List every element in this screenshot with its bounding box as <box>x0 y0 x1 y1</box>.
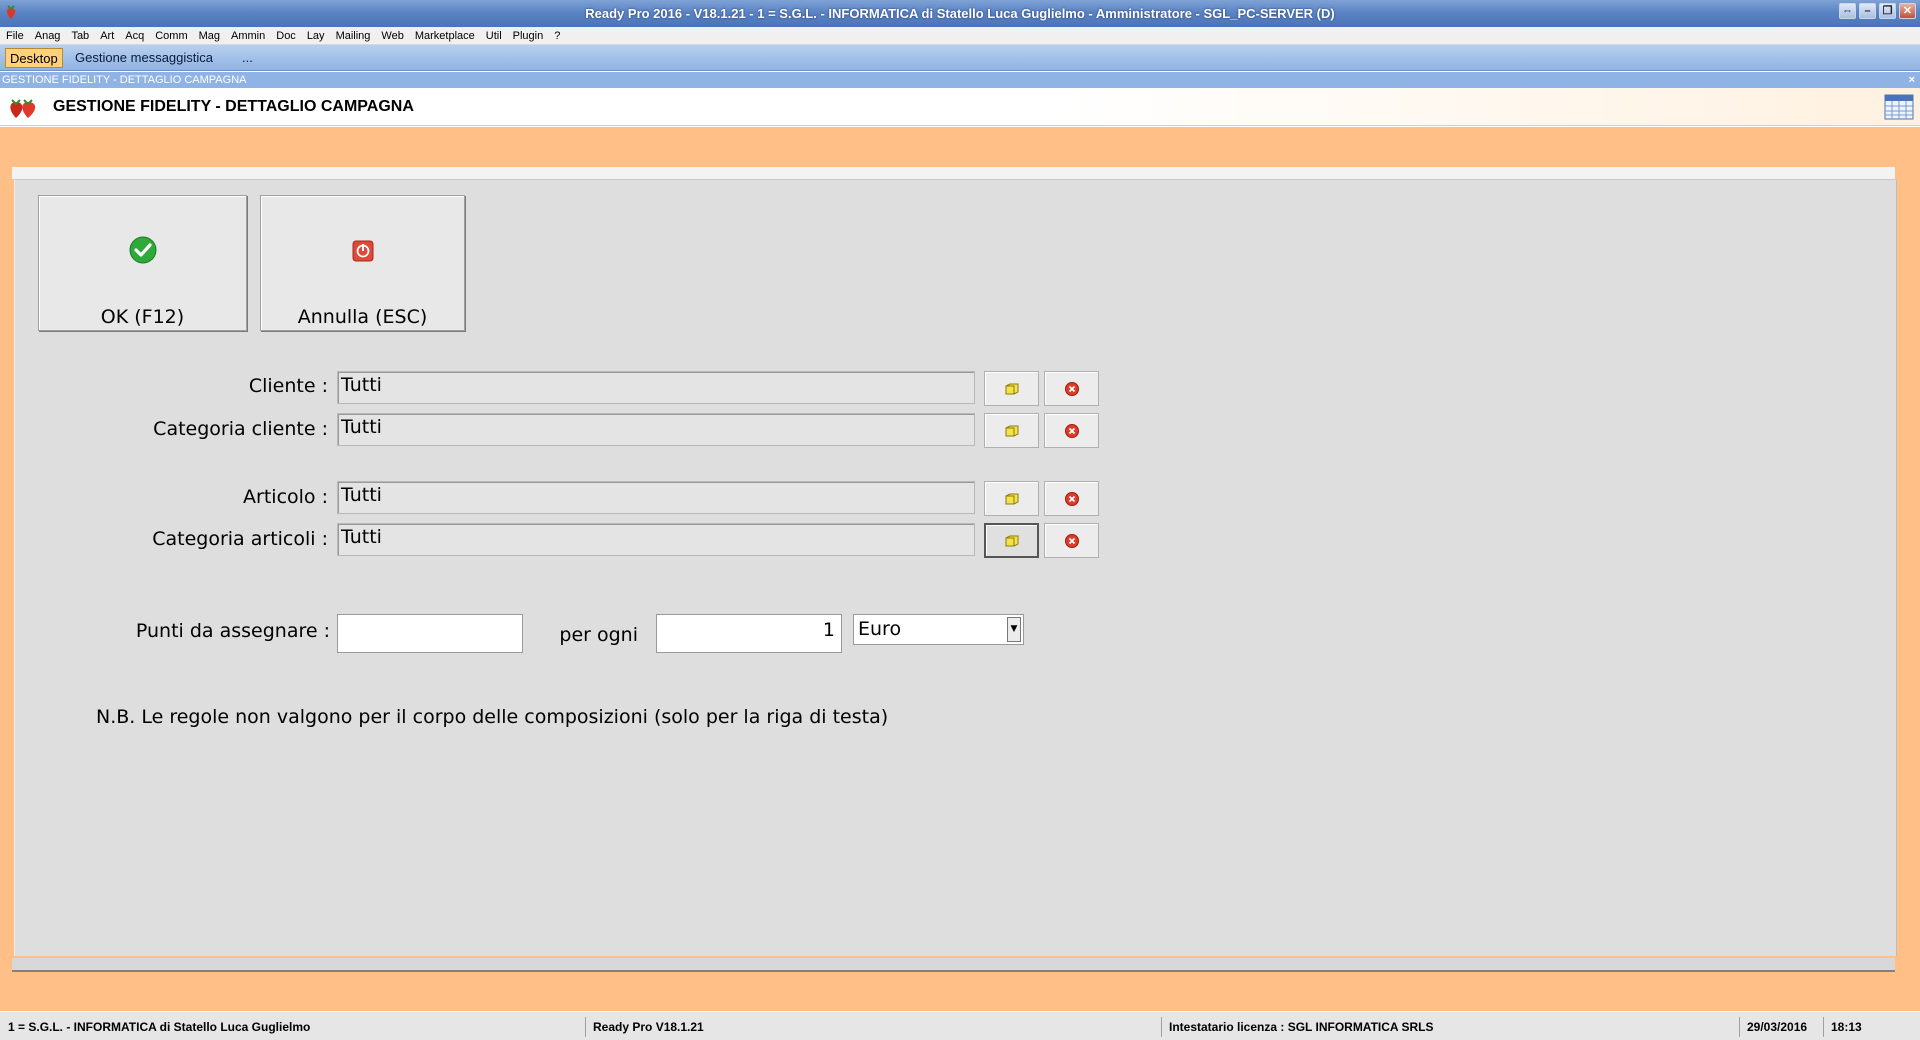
menu-plugin[interactable]: Plugin <box>513 30 544 42</box>
menu-mag[interactable]: Mag <box>199 30 220 42</box>
articolo-label: Articolo : <box>243 486 328 508</box>
articolo-browse-button[interactable] <box>984 481 1039 516</box>
status-version: Ready Pro V18.1.21 <box>585 1017 1161 1037</box>
status-time: 18:13 <box>1823 1017 1920 1037</box>
menu-acq[interactable]: Acq <box>125 30 144 42</box>
red-x-icon <box>1064 533 1079 548</box>
tab-gestione-messaggistica[interactable]: Gestione messaggistica <box>71 48 217 68</box>
ok-button[interactable]: OK (F12) <box>38 195 247 331</box>
chevron-down-icon[interactable]: ▼ <box>1007 617 1021 642</box>
articolo-field[interactable]: Tutti <box>337 481 975 514</box>
panel-top-strip <box>12 167 1895 179</box>
categoria-articoli-browse-button[interactable] <box>984 523 1039 558</box>
tab-more[interactable]: ... <box>238 48 257 68</box>
categoria-cliente-field[interactable]: Tutti <box>337 413 975 446</box>
cliente-field[interactable]: Tutti <box>337 371 975 404</box>
cliente-browse-button[interactable] <box>984 371 1039 406</box>
menu-bar: File Anag Tab Art Acq Comm Mag Ammin Doc… <box>0 27 1920 45</box>
categoria-cliente-label: Categoria cliente : <box>153 418 328 440</box>
subwindow-caption-text: GESTIONE FIDELITY - DETTAGLIO CAMPAGNA <box>2 74 247 86</box>
menu-marketplace[interactable]: Marketplace <box>415 30 475 42</box>
folder-icon <box>1005 425 1018 436</box>
menu-web[interactable]: Web <box>381 30 403 42</box>
menu-util[interactable]: Util <box>486 30 502 42</box>
menu-lay[interactable]: Lay <box>307 30 325 42</box>
cancel-button[interactable]: Annulla (ESC) <box>260 195 465 331</box>
per-ogni-label: per ogni <box>559 624 638 646</box>
red-x-icon <box>1064 381 1079 396</box>
status-date: 29/03/2016 <box>1739 1017 1823 1037</box>
folder-icon <box>1005 535 1018 546</box>
cliente-clear-button[interactable] <box>1044 371 1099 406</box>
red-power-icon <box>352 240 373 262</box>
punti-label: Punti da assegnare : <box>135 620 330 642</box>
categoria-articoli-label: Categoria articoli : <box>152 528 328 550</box>
menu-ammin[interactable]: Ammin <box>231 30 265 42</box>
status-company: 1 = S.G.L. - INFORMATICA di Statello Luc… <box>8 1020 311 1034</box>
subwindow-close-icon[interactable]: × <box>1909 72 1915 88</box>
menu-anag[interactable]: Anag <box>35 30 61 42</box>
page-title: GESTIONE FIDELITY - DETTAGLIO CAMPAGNA <box>53 98 414 115</box>
menu-mailing[interactable]: Mailing <box>336 30 371 42</box>
folder-icon <box>1005 493 1018 504</box>
menu-file[interactable]: File <box>6 30 24 42</box>
red-x-icon <box>1064 423 1079 438</box>
subwindow-caption: GESTIONE FIDELITY - DETTAGLIO CAMPAGNA × <box>0 72 1920 88</box>
categoria-cliente-clear-button[interactable] <box>1044 413 1099 448</box>
folder-icon <box>1005 383 1018 394</box>
window-title: Ready Pro 2016 - V18.1.21 - 1 = S.G.L. -… <box>585 6 1335 21</box>
page-header: GESTIONE FIDELITY - DETTAGLIO CAMPAGNA <box>0 88 1920 126</box>
menu-tab[interactable]: Tab <box>71 30 89 42</box>
note-text: N.B. Le regole non valgono per il corpo … <box>96 706 889 728</box>
cancel-button-label: Annulla (ESC) <box>297 306 428 328</box>
strawberries-logo-icon <box>10 99 36 118</box>
cliente-label: Cliente : <box>248 375 328 397</box>
tab-desktop[interactable]: Desktop <box>5 48 63 68</box>
maximize-button[interactable]: ❐ <box>1879 3 1896 19</box>
per-ogni-input[interactable]: 1 <box>656 614 842 653</box>
currency-select[interactable]: Euro ▼ <box>853 614 1024 645</box>
status-bar: 1 = S.G.L. - INFORMATICA di Statello Luc… <box>0 1011 1920 1040</box>
punti-input[interactable] <box>337 614 523 653</box>
categoria-cliente-browse-button[interactable] <box>984 413 1039 448</box>
window-titlebar: Ready Pro 2016 - V18.1.21 - 1 = S.G.L. -… <box>0 0 1920 27</box>
status-license: Intestatario licenza : SGL INFORMATICA S… <box>1161 1017 1739 1037</box>
red-x-icon <box>1064 491 1079 506</box>
close-button[interactable]: ✕ <box>1899 3 1916 19</box>
articolo-clear-button[interactable] <box>1044 481 1099 516</box>
menu-doc[interactable]: Doc <box>276 30 296 42</box>
currency-select-value: Euro <box>858 618 902 640</box>
categoria-articoli-clear-button[interactable] <box>1044 523 1099 558</box>
calendar-icon[interactable] <box>1884 94 1914 120</box>
ok-button-label: OK (F12) <box>100 306 185 328</box>
green-check-icon <box>129 236 156 264</box>
categoria-articoli-field[interactable]: Tutti <box>337 523 975 556</box>
panel-bottom-strip <box>12 958 1895 972</box>
tab-bar: Desktop Gestione messaggistica ... <box>0 45 1920 71</box>
minimize-button[interactable]: – <box>1859 3 1876 19</box>
menu-art[interactable]: Art <box>100 30 114 42</box>
restore-toolbar-button[interactable]: ⇔ <box>1839 3 1856 19</box>
menu-comm[interactable]: Comm <box>155 30 187 42</box>
menu-help[interactable]: ? <box>554 30 560 42</box>
